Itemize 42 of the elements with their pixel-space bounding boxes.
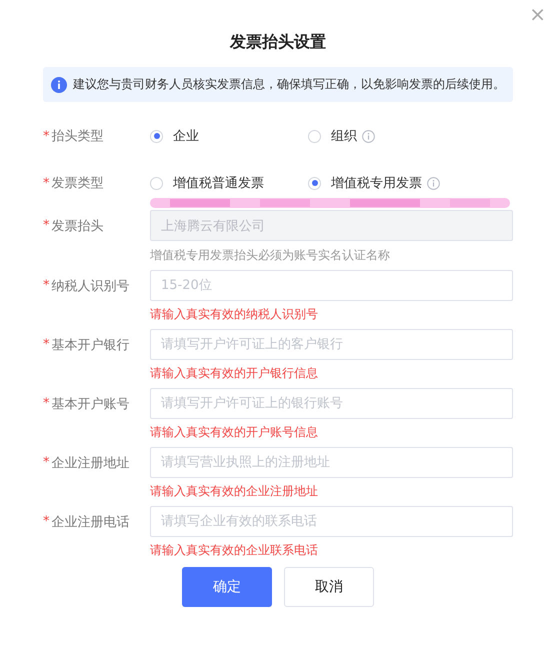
field-label: 基本开户账号 <box>52 396 130 412</box>
confirm-button[interactable]: 确定 <box>182 567 272 607</box>
info-icon[interactable] <box>427 176 440 190</box>
hint-text: 增值税专用发票抬头必须为账号实名认证名称 <box>150 247 391 264</box>
error-text: 请输入真实有效的纳税人识别号 <box>150 306 319 323</box>
radio-button[interactable] <box>150 130 163 142</box>
error-text: 请输入真实有效的开户账号信息 <box>150 424 319 441</box>
radio-label[interactable]: 增值税专用发票 <box>331 174 422 192</box>
dialog-title: 发票抬头设置 <box>228 31 327 53</box>
required-mark: * <box>43 455 50 470</box>
radio-button[interactable] <box>150 176 163 190</box>
radio-label[interactable]: 增值税普通发票 <box>173 174 264 192</box>
required-mark: * <box>43 396 50 411</box>
field-label: 企业注册地址 <box>52 454 130 472</box>
required-mark: * <box>43 128 50 144</box>
field-label: 发票抬头 <box>52 218 104 234</box>
radio-label[interactable]: 企业 <box>173 127 199 145</box>
input-field[interactable]: 请填写营业执照上的注册地址 <box>150 447 513 478</box>
radio-button[interactable] <box>308 130 321 142</box>
error-text: 请输入真实有效的企业联系电话 <box>150 542 319 559</box>
input-field[interactable]: 请填写开户许可证上的客户银行 <box>150 329 513 360</box>
radio-label[interactable]: 组织 <box>331 127 357 145</box>
field-label: 基本开户银行 <box>52 336 130 354</box>
notice-text: 建议您与贵司财务人员核实发票信息，确保填写正确，以免影响发票的后续使用。 <box>73 76 505 93</box>
required-mark: * <box>43 218 50 233</box>
required-mark: * <box>43 176 50 190</box>
required-mark: * <box>43 514 50 529</box>
field-label: 纳税人识别号 <box>52 278 130 294</box>
input-field[interactable]: 请填写开户许可证上的银行账号 <box>150 388 513 419</box>
info-icon[interactable] <box>362 130 375 142</box>
input-field[interactable]: 15-20位 <box>150 270 513 301</box>
field-label: 抬头类型 <box>52 128 104 145</box>
error-text: 请输入真实有效的企业注册地址 <box>150 483 319 500</box>
required-mark: * <box>43 337 50 352</box>
field-label: 企业注册电话 <box>52 514 130 530</box>
info-icon <box>51 76 67 92</box>
radio-button[interactable] <box>308 176 321 190</box>
cancel-button[interactable]: 取消 <box>284 567 374 607</box>
required-mark: * <box>43 278 50 293</box>
field-label: 发票类型 <box>52 175 104 192</box>
error-text: 请输入真实有效的开户银行信息 <box>150 365 319 382</box>
input-field[interactable]: 请填写企业有效的联系电话 <box>150 506 513 537</box>
